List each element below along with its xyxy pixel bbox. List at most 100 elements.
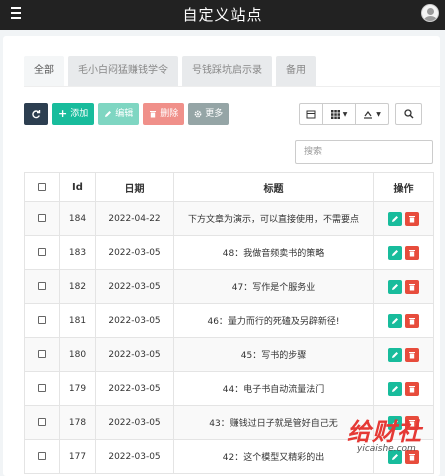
row-delete-button[interactable] (405, 415, 419, 430)
row-edit-button[interactable] (388, 245, 402, 260)
tab-all[interactable]: 全部 (24, 56, 64, 86)
row-title: 43：赚钱过日子就是管好自己无 (173, 405, 374, 440)
select-all-cell (24, 172, 60, 202)
plus-icon: + (58, 107, 68, 120)
row-checkbox[interactable] (38, 350, 46, 358)
search-input[interactable] (295, 140, 433, 164)
category-tabs: 全部 毛小白闷猛赚钱学令 号钱踩坑启示录 备用 (24, 56, 316, 86)
table-row[interactable]: 184 2022-04-22 下方文章为演示，可以直接使用，不需要点 (24, 201, 434, 236)
row-date: 2022-03-05 (95, 405, 174, 440)
row-select-cell (24, 303, 60, 338)
pencil-icon (105, 111, 112, 117)
row-operate-cell (373, 201, 434, 236)
row-id: 177 (59, 439, 96, 474)
add-button[interactable]: + 添加 (52, 103, 95, 125)
row-delete-button[interactable] (405, 279, 419, 294)
delete-button-label: 删除 (160, 109, 179, 119)
chevron-down-icon: ▼ (342, 110, 348, 118)
row-delete-button[interactable] (405, 313, 419, 328)
refresh-button[interactable] (24, 103, 48, 125)
row-delete-button[interactable] (405, 381, 419, 396)
row-checkbox[interactable] (38, 316, 46, 324)
row-select-cell (24, 337, 60, 372)
row-title: 42：这个模型又精彩的出 (173, 439, 374, 474)
row-operate-cell (373, 405, 434, 440)
gear-icon (194, 110, 202, 118)
refresh-icon (32, 110, 41, 119)
search-toggle-button[interactable] (395, 103, 422, 125)
row-checkbox[interactable] (38, 282, 46, 290)
chevron-down-icon: ▼ (376, 110, 381, 118)
row-checkbox[interactable] (38, 384, 46, 392)
row-title: 45：写书的步骤 (173, 337, 374, 372)
row-checkbox[interactable] (38, 214, 46, 222)
row-delete-button[interactable] (405, 347, 419, 362)
row-select-cell (24, 269, 60, 304)
row-operate-cell (373, 337, 434, 372)
user-avatar[interactable] (421, 4, 439, 22)
table-row[interactable]: 182 2022-03-05 47：写作是个服务业 (24, 269, 434, 304)
card-view-icon (306, 110, 316, 118)
delete-button[interactable]: 删除 (143, 103, 185, 125)
table-row[interactable]: 181 2022-03-05 46：量力而行的死磕及另辟新径! (24, 303, 434, 338)
row-id: 179 (59, 371, 96, 406)
column-header-title[interactable]: 标题 (173, 172, 374, 202)
tab-category-2[interactable]: 号钱踩坑启示录 (182, 56, 272, 86)
trash-icon (409, 283, 415, 290)
row-edit-button[interactable] (388, 279, 402, 294)
table-row[interactable]: 179 2022-03-05 44：电子书自动流量法门 (24, 371, 434, 406)
more-button[interactable]: 更多 (188, 103, 230, 125)
tab-backup[interactable]: 备用 (276, 56, 316, 86)
row-edit-button[interactable] (388, 449, 402, 464)
more-button-label: 更多 (205, 109, 224, 119)
column-header-id[interactable]: Id (59, 172, 96, 202)
row-select-cell (24, 371, 60, 406)
row-operate-cell (373, 269, 434, 304)
row-edit-button[interactable] (388, 381, 402, 396)
row-checkbox[interactable] (38, 452, 46, 460)
toggle-view-button[interactable] (299, 103, 323, 125)
row-title: 48：我做音频卖书的策略 (173, 235, 374, 270)
row-select-cell (24, 235, 60, 270)
row-delete-button[interactable] (405, 211, 419, 226)
row-delete-button[interactable] (405, 449, 419, 464)
row-title: 46：量力而行的死磕及另辟新径! (173, 303, 374, 338)
column-header-date[interactable]: 日期 (95, 172, 174, 202)
search-icon (403, 109, 413, 119)
tabs-divider (24, 86, 440, 87)
tab-category-1[interactable]: 毛小白闷猛赚钱学令 (68, 56, 178, 86)
columns-dropdown-button[interactable]: ▼ (323, 103, 356, 125)
row-select-cell (24, 439, 60, 474)
row-checkbox[interactable] (38, 418, 46, 426)
row-edit-button[interactable] (388, 211, 402, 226)
row-edit-button[interactable] (388, 313, 402, 328)
page-title: 自定义站点 (182, 6, 263, 24)
select-all-checkbox[interactable] (38, 182, 46, 191)
export-icon (364, 110, 373, 119)
row-edit-button[interactable] (388, 347, 402, 362)
row-edit-button[interactable] (388, 415, 402, 430)
row-id: 181 (59, 303, 96, 338)
add-button-label: 添加 (70, 109, 89, 119)
row-date: 2022-03-05 (95, 303, 174, 338)
row-operate-cell (373, 439, 434, 474)
row-date: 2022-03-05 (95, 337, 174, 372)
row-id: 183 (59, 235, 96, 270)
edit-button[interactable]: 编辑 (98, 103, 140, 125)
pencil-icon (392, 453, 398, 460)
table-row[interactable]: 178 2022-03-05 43：赚钱过日子就是管好自己无 (24, 405, 434, 440)
row-delete-button[interactable] (405, 245, 419, 260)
row-title: 下方文章为演示，可以直接使用，不需要点 (173, 201, 374, 236)
data-table: Id 日期 标题 操作 184 2022-04-22 下方文章为演示，可以直接使用，… (24, 172, 434, 474)
pencil-icon (392, 351, 398, 358)
row-checkbox[interactable] (38, 248, 46, 256)
table-row[interactable]: 183 2022-03-05 48：我做音频卖书的策略 (24, 235, 434, 270)
row-operate-cell (373, 303, 434, 338)
row-id: 184 (59, 201, 96, 236)
table-row[interactable]: 177 2022-03-05 42：这个模型又精彩的出 (24, 439, 434, 474)
trash-icon (409, 351, 415, 358)
table-row[interactable]: 180 2022-03-05 45：写书的步骤 (24, 337, 434, 372)
export-dropdown-button[interactable]: ▼ (356, 103, 389, 125)
row-id: 182 (59, 269, 96, 304)
row-title: 44：电子书自动流量法门 (173, 371, 374, 406)
